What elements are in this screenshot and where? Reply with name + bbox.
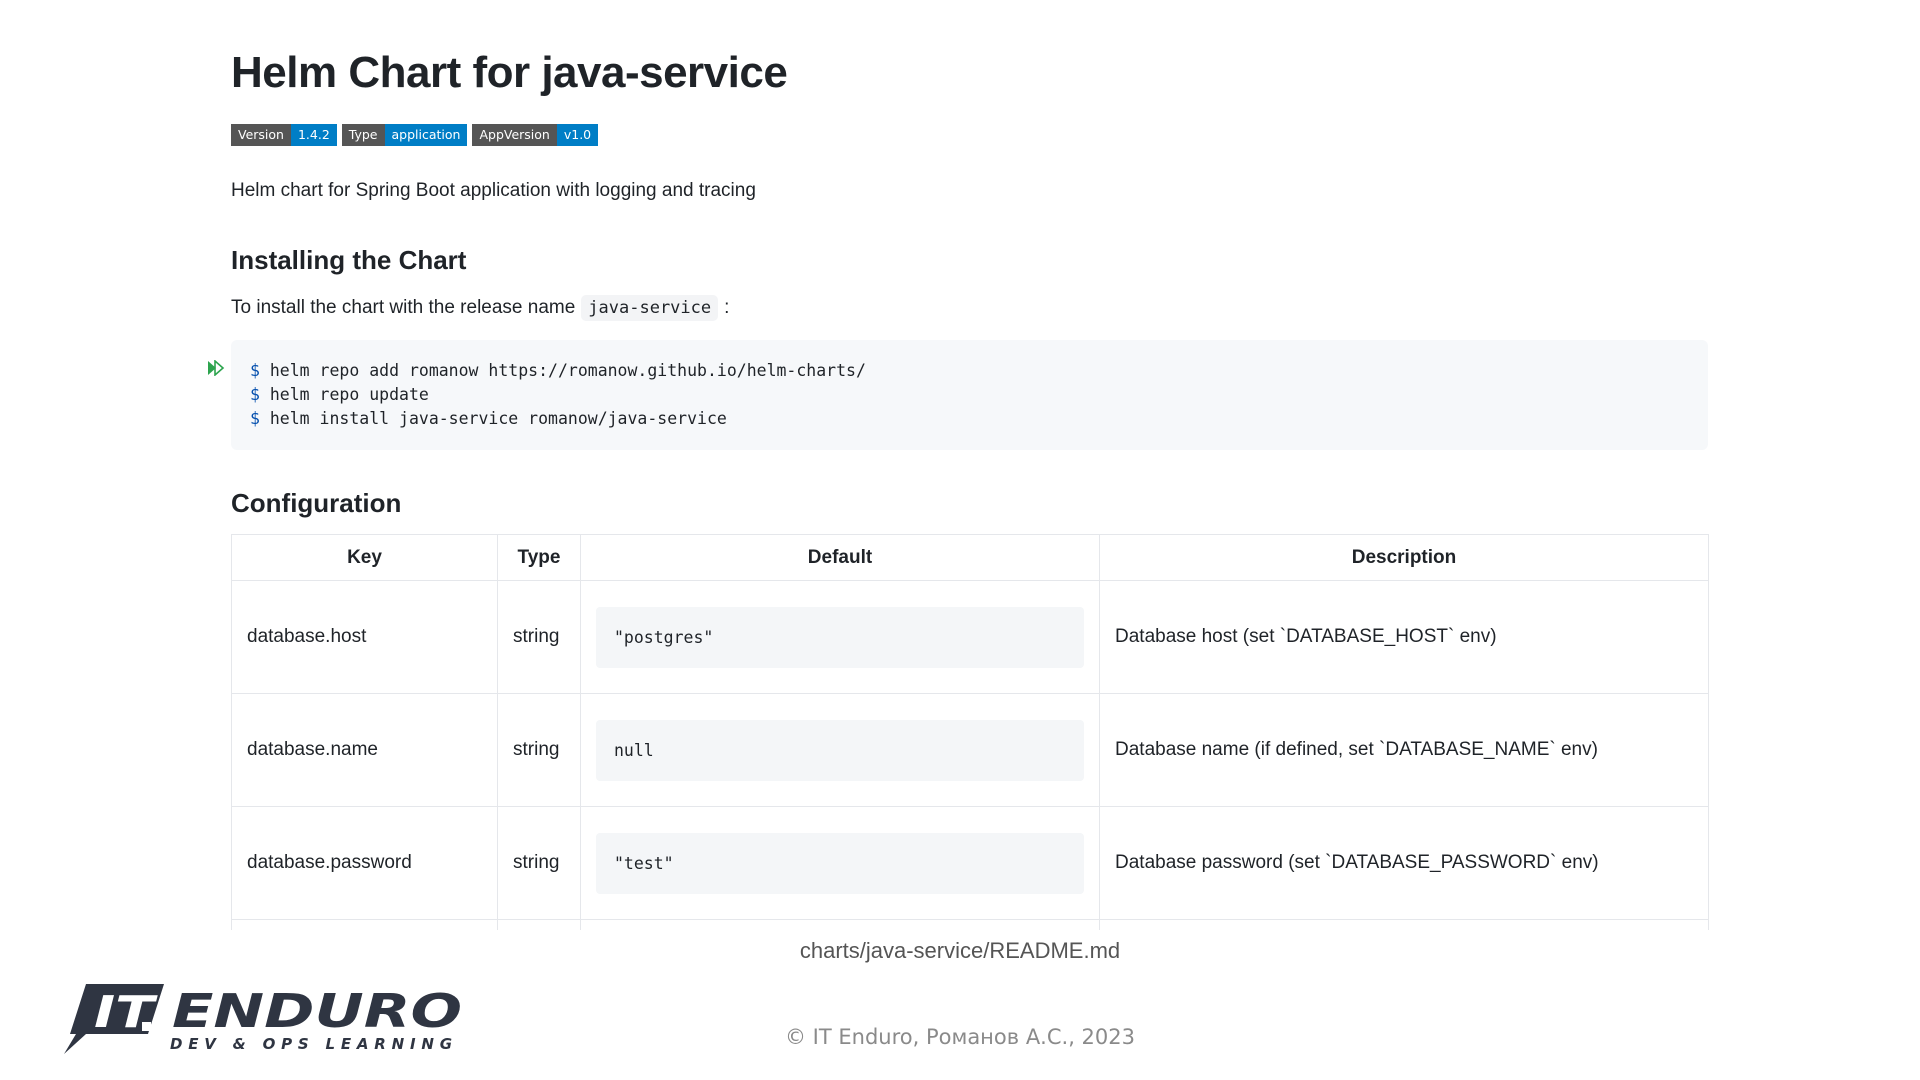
badge-value: application [384,124,468,146]
readme-document: Helm Chart for java-service Version 1.4.… [231,0,1709,930]
header-default: Default [580,534,1100,581]
cell-description: Database name (if defined, set `DATABASE… [1099,693,1709,807]
cell-type: string [497,693,581,807]
cell-key: database.password [231,806,498,920]
run-icon[interactable] [207,360,225,376]
appversion-badge[interactable]: AppVersion v1.0 [472,124,599,146]
cell-description: Database password (set `DATABASE_PASSWOR… [1099,806,1709,920]
badge-label: Version [231,124,291,146]
cell-description [1099,919,1709,930]
code-command: helm repo update [269,385,429,404]
badge-value: 1.4.2 [290,124,337,146]
header-description: Description [1099,534,1709,581]
page-title: Helm Chart for java-service [231,48,788,97]
code-prompt: $ [250,409,260,428]
table-row [231,919,1709,930]
install-text-after: : [724,297,730,318]
cell-type: string [497,806,581,920]
table-row: database.password string "test" Database… [231,806,1709,920]
file-path-caption: charts/java-service/README.md [799,938,1121,963]
configuration-heading: Configuration [231,488,402,518]
badge-value: v1.0 [556,124,599,146]
badge-label: AppVersion [472,124,557,146]
header-type: Type [497,534,581,581]
code-prompt: $ [250,361,260,380]
code-line: $ helm install java-service romanow/java… [250,407,1689,431]
copyright-text: © IT Enduro, Романов А.С., 2023 [785,1025,1135,1049]
cell-type: string [497,580,581,694]
table-header-row: Key Type Default Description [231,534,1709,581]
code-line: $ helm repo add romanow https://romanow.… [250,359,1689,383]
table-row: database.host string "postgres" Database… [231,580,1709,694]
default-value: "postgres" [596,606,1084,668]
cell-key: database.name [231,693,498,807]
version-badge[interactable]: Version 1.4.2 [231,124,337,146]
cell-default: null [580,693,1100,807]
badges: Version 1.4.2 Type application AppVersio… [231,124,599,146]
install-text-before: To install the chart with the release na… [231,297,576,318]
cell-key: database.host [231,580,498,694]
cell-default: "postgres" [580,580,1100,694]
install-instructions: To install the chart with the release na… [231,295,729,321]
code-command: helm repo add romanow https://romanow.gi… [269,361,866,380]
installing-heading: Installing the Chart [231,245,467,275]
install-code-block[interactable]: $ helm repo add romanow https://romanow.… [231,340,1708,450]
cell-key [231,919,498,930]
default-value: null [596,719,1084,781]
code-line: $ helm repo update [250,383,1689,407]
type-badge[interactable]: Type application [341,124,468,146]
table-row: database.name string null Database name … [231,693,1709,807]
code-prompt: $ [250,385,260,404]
code-command: helm install java-service romanow/java-s… [269,409,727,428]
cell-default [580,919,1100,930]
cell-default: "test" [580,806,1100,920]
chart-description: Helm chart for Spring Boot application w… [231,180,756,201]
cell-description: Database host (set `DATABASE_HOST` env) [1099,580,1709,694]
configuration-table: Key Type Default Description database.ho… [231,534,1709,930]
cell-type [497,919,581,930]
release-name-code: java-service [581,295,719,321]
header-key: Key [231,534,498,581]
default-value: "test" [596,832,1084,894]
badge-label: Type [341,124,385,146]
